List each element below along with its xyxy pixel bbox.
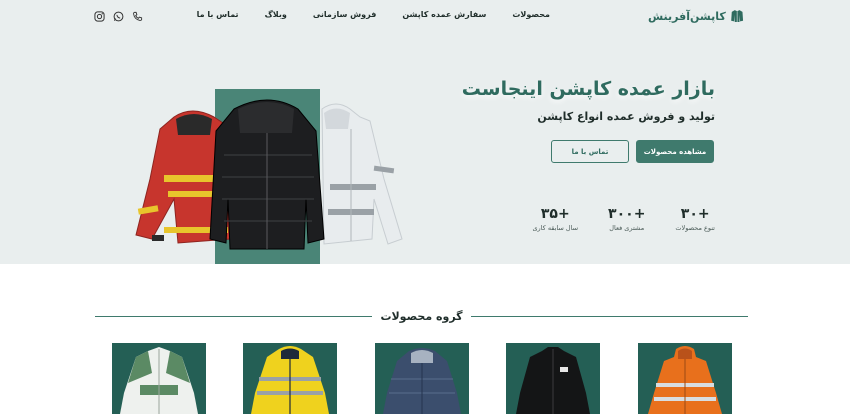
divider <box>470 315 748 317</box>
stat-customers: +۳۰۰ مشتری فعال <box>608 206 645 232</box>
whatsapp-icon[interactable] <box>112 10 125 23</box>
product-card-yellow-reflective[interactable] <box>243 343 337 414</box>
stat-value: +۳۵ <box>540 206 570 222</box>
nav-item-bulk-order[interactable]: سفارش عمده کاپشن <box>402 10 486 19</box>
instagram-icon[interactable] <box>93 10 106 23</box>
stat-label: سال سابقه کاری <box>532 224 579 232</box>
main-nav: محصولات سفارش عمده کاپشن فروش سازمانی وب… <box>197 10 550 19</box>
nav-item-blog[interactable]: وبلاگ <box>265 10 287 19</box>
product-card-orange-reflective[interactable] <box>638 343 732 414</box>
hero-title: بازار عمده کاپشن اینجاست <box>461 78 715 100</box>
nav-item-products[interactable]: محصولات <box>512 10 550 19</box>
stat-products: +۳۰ تنوع محصولات <box>675 206 715 232</box>
phone-icon[interactable] <box>131 10 144 23</box>
black-puffer-jacket <box>209 99 325 250</box>
divider <box>95 315 373 317</box>
stat-experience: +۳۵ سال سابقه کاری <box>532 206 578 232</box>
products-section-header: گروه محصولات <box>95 307 748 325</box>
stat-value: +۳۰۰ <box>608 206 646 222</box>
stats: +۳۰ تنوع محصولات +۳۰۰ مشتری فعال +۳۵ سال… <box>532 206 715 232</box>
stat-label: تنوع محصولات <box>675 224 715 232</box>
product-card-denim-puffer[interactable] <box>375 343 469 414</box>
social-links <box>93 10 144 23</box>
logo[interactable]: کاپشن‌آفرینش <box>648 4 744 28</box>
product-card-black-softshell[interactable] <box>506 343 600 414</box>
hero-jackets-image <box>135 89 403 264</box>
nav-item-contact[interactable]: تماس با ما <box>197 10 239 19</box>
jacket-logo-icon <box>730 10 743 22</box>
nav-item-corporate-sales[interactable]: فروش سازمانی <box>313 10 377 19</box>
brand-name: کاپشن‌آفرینش <box>648 9 726 23</box>
hero-subtitle: تولید و فروش عمده انواع کاپشن <box>537 110 715 123</box>
contact-us-button[interactable]: تماس با ما <box>551 140 629 163</box>
stat-label: مشتری فعال <box>609 224 645 232</box>
section-title: گروه محصولات <box>380 309 463 323</box>
stat-value: +۳۰ <box>680 206 710 222</box>
product-card-green-white-varsity[interactable] <box>112 343 206 414</box>
hero-section: کاپشن‌آفرینش محصولات سفارش عمده کاپشن فر… <box>0 0 850 264</box>
view-products-button[interactable]: مشاهده محصولات <box>636 140 714 163</box>
white-jacket <box>321 103 403 245</box>
